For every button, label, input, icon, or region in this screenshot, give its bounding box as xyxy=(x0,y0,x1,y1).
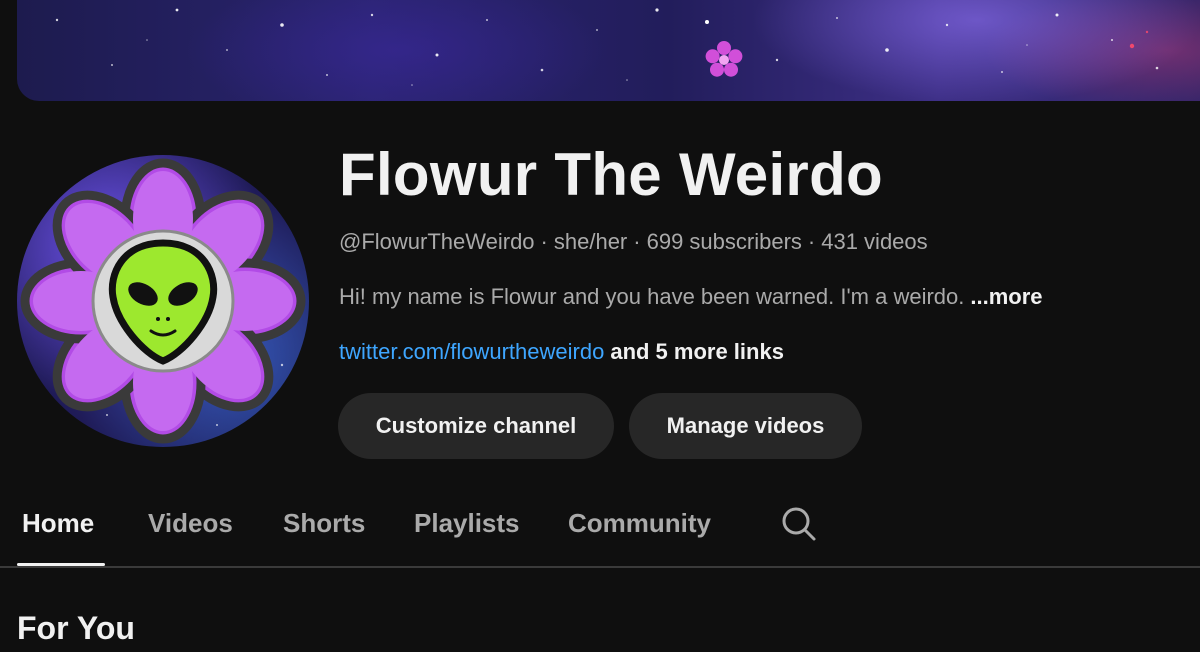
tab-home[interactable]: Home xyxy=(22,508,94,539)
channel-page: Flowur The Weirdo @FlowurTheWeirdo · she/h… xyxy=(0,0,1200,652)
channel-links: twitter.com/flowurtheweirdo and 5 more li… xyxy=(339,339,784,365)
channel-avatar[interactable] xyxy=(17,155,309,447)
video-count: 431 videos xyxy=(821,229,928,254)
alien-flower-avatar xyxy=(20,158,306,444)
tab-search-button[interactable] xyxy=(780,505,818,548)
channel-name: Flowur The Weirdo xyxy=(339,141,883,208)
description-more-button[interactable]: ...more xyxy=(970,284,1042,309)
tab-shorts[interactable]: Shorts xyxy=(283,508,365,539)
channel-meta: @FlowurTheWeirdo · she/her · 699 subscribers… xyxy=(339,229,928,255)
tab-community[interactable]: Community xyxy=(568,508,711,539)
channel-tabs: Home Videos Shorts Playlists Community xyxy=(0,490,1200,568)
meta-separator: · xyxy=(633,229,641,254)
meta-separator: · xyxy=(807,229,816,254)
channel-pronouns: she/her xyxy=(553,229,628,254)
twitter-link[interactable]: twitter.com/flowurtheweirdo xyxy=(339,339,604,364)
flower-icon xyxy=(705,41,743,77)
manage-videos-button[interactable]: Manage videos xyxy=(629,393,862,459)
search-icon xyxy=(782,507,816,541)
tab-playlists[interactable]: Playlists xyxy=(414,508,520,539)
tab-videos[interactable]: Videos xyxy=(148,508,233,539)
section-title-for-you: For You xyxy=(17,610,135,646)
banner-starfield xyxy=(55,8,1159,86)
channel-description[interactable]: Hi! my name is Flowur and you have been … xyxy=(339,284,1043,310)
channel-handle: @FlowurTheWeirdo xyxy=(339,229,535,254)
tabs-divider xyxy=(0,566,1200,568)
meta-separator: · xyxy=(540,229,548,254)
channel-banner xyxy=(17,0,1200,101)
customize-channel-button[interactable]: Customize channel xyxy=(338,393,614,459)
description-text: Hi! my name is Flowur and you have been … xyxy=(339,284,965,309)
subscriber-count: 699 subscribers xyxy=(646,229,802,254)
more-links-button[interactable]: and 5 more links xyxy=(610,339,784,364)
